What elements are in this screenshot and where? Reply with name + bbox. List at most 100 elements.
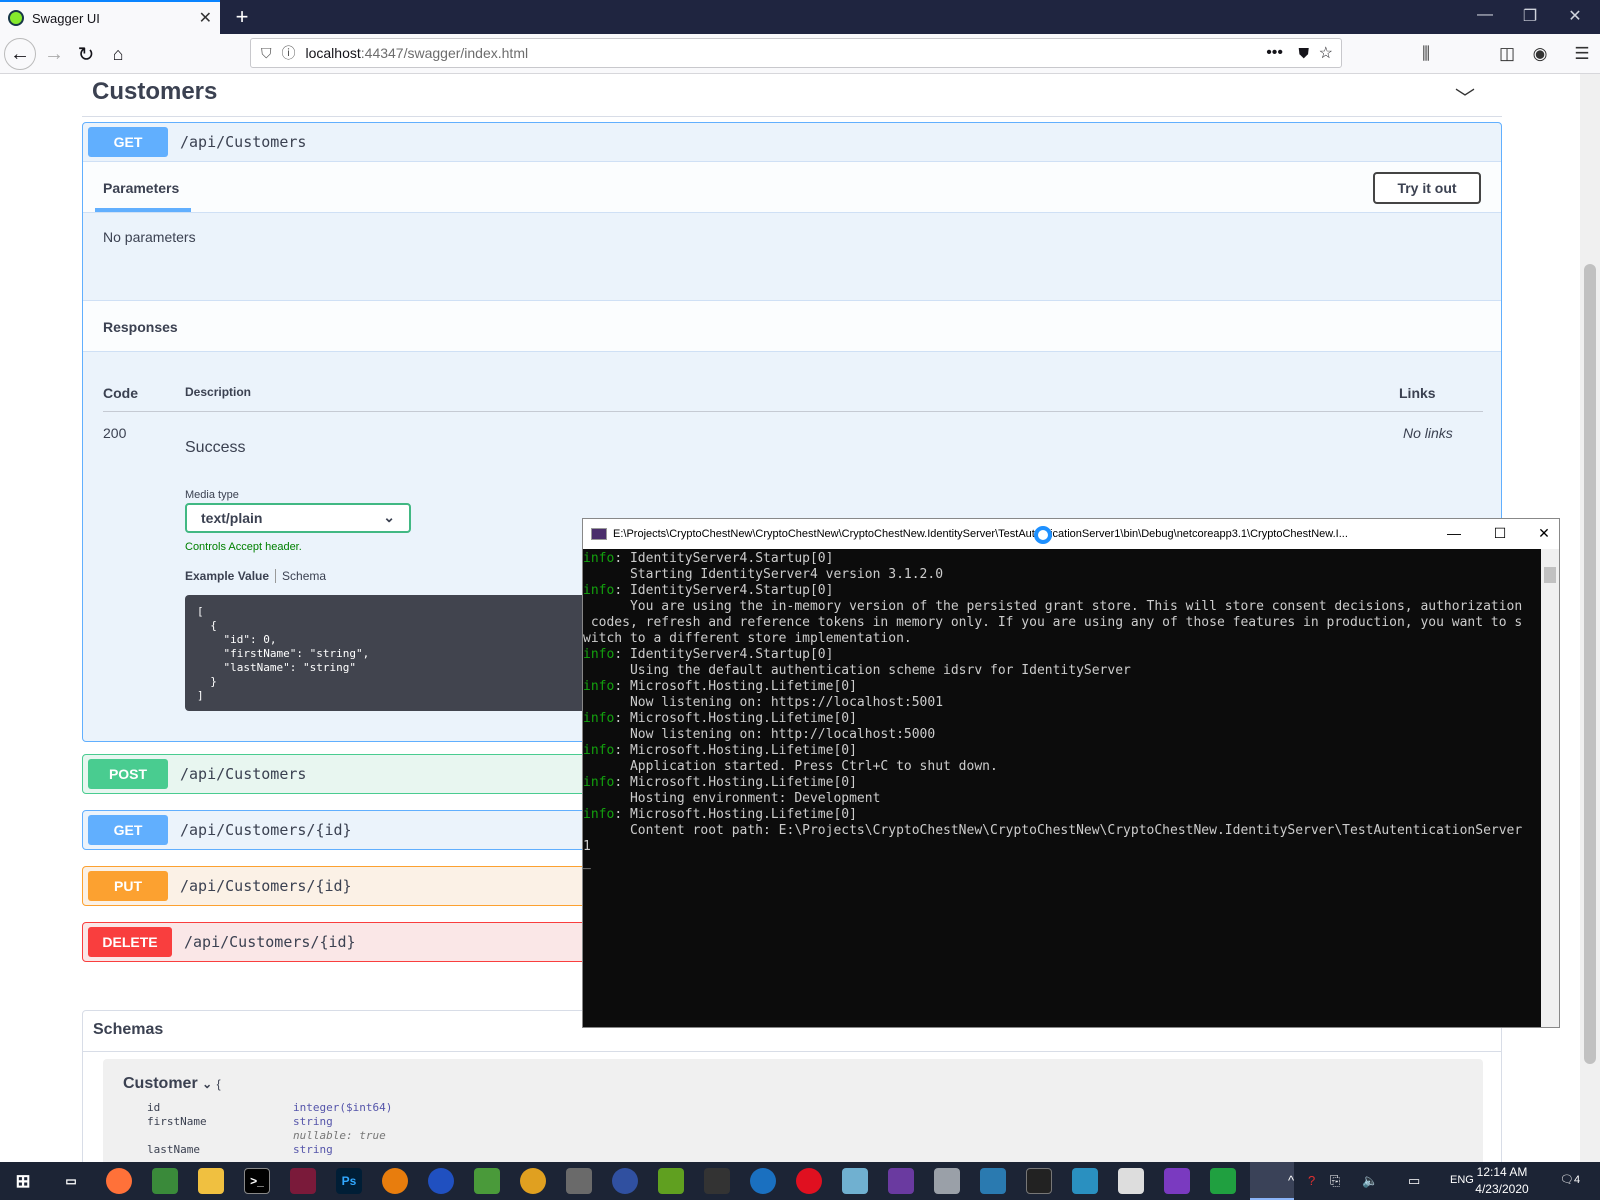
scrollbar-thumb[interactable] [1544, 567, 1556, 583]
chevron-down-icon[interactable]: ﹀ [1455, 82, 1475, 111]
prop-name: firstName [147, 1115, 207, 1128]
account-icon[interactable]: ◉ [1528, 44, 1552, 64]
app-icon[interactable] [658, 1168, 684, 1194]
close-icon[interactable]: ✕ [1529, 525, 1559, 542]
console-line: Now listening on: http://localhost:5000 [583, 727, 1541, 743]
app-icon[interactable] [980, 1168, 1006, 1194]
console-scrollbar[interactable] [1541, 549, 1559, 1027]
minimize-icon[interactable]: — [1439, 525, 1469, 541]
prop-type: string [293, 1143, 333, 1156]
scrollbar-thumb[interactable] [1584, 264, 1596, 1064]
col-code: Code [103, 385, 138, 401]
battery-icon[interactable]: ▭ [1408, 1173, 1420, 1189]
app-icon[interactable] [612, 1168, 638, 1194]
schemas-title[interactable]: Schemas [93, 1021, 163, 1039]
network-icon[interactable]: ⎘ [1330, 1173, 1340, 1189]
tab-schema[interactable]: Schema [282, 569, 326, 583]
restore-icon[interactable]: ❐ [1515, 6, 1545, 26]
firefox-icon[interactable] [106, 1168, 132, 1194]
new-tab-icon[interactable]: + [230, 4, 254, 30]
page-actions-icon[interactable]: ••• [1266, 44, 1283, 62]
maximize-icon[interactable]: ☐ [1485, 525, 1515, 542]
back-icon[interactable]: ← [4, 38, 36, 70]
volume-icon[interactable]: 🔈 [1362, 1173, 1378, 1189]
url-host: localhost [305, 45, 361, 61]
task-view-icon[interactable]: ▭ [58, 1168, 84, 1194]
tray-app-icon[interactable]: ? [1308, 1173, 1315, 1188]
tools-icon[interactable] [566, 1168, 592, 1194]
bookmark-star-icon[interactable]: ☆ [1319, 43, 1333, 63]
blender-icon[interactable] [382, 1168, 408, 1194]
address-bar[interactable]: ⛉ ⓘ localhost:44347/swagger/index.html •… [250, 38, 1342, 68]
log-text: witch to a different store implementatio… [583, 631, 912, 646]
visual-studio-icon[interactable] [1164, 1168, 1190, 1194]
opblock-summary[interactable]: GET /api/Customers [83, 123, 1501, 161]
menu-icon[interactable]: ☰ [1570, 44, 1594, 64]
clock[interactable]: 12:14 AM 4/23/2020 [1472, 1164, 1532, 1198]
log-text: 1 [583, 839, 591, 854]
app-icon[interactable] [520, 1168, 546, 1194]
busy-cursor-icon [1034, 526, 1052, 544]
browser-tab[interactable]: Swagger UI ✕ [0, 0, 220, 34]
visual-studio-icon[interactable] [888, 1168, 914, 1194]
language-indicator[interactable]: ENG [1450, 1174, 1474, 1186]
log-text: Content root path: E:\Projects\CryptoChe… [583, 823, 1523, 838]
tab-parameters[interactable]: Parameters [103, 180, 179, 196]
console-line: info: IdentityServer4.Startup[0] [583, 551, 1541, 567]
log-level: info [583, 679, 615, 694]
minimize-icon[interactable]: — [1470, 6, 1500, 24]
info-icon[interactable]: ⓘ [282, 43, 296, 63]
chevron-down-icon[interactable]: ⌄ [202, 1077, 212, 1091]
app-icon[interactable] [152, 1168, 178, 1194]
photoshop-icon[interactable]: Ps [336, 1168, 362, 1194]
app-icon[interactable] [474, 1168, 500, 1194]
log-text: Starting IdentityServer4 version 3.1.2.0 [583, 567, 944, 582]
app-icon[interactable] [750, 1168, 776, 1194]
file-explorer-icon[interactable] [198, 1168, 224, 1194]
forward-icon[interactable]: → [38, 38, 70, 70]
app-icon[interactable] [428, 1168, 454, 1194]
app-icon[interactable] [1072, 1168, 1098, 1194]
log-text: You are using the in-memory version of t… [583, 599, 1523, 614]
console-line: 1 [583, 839, 1541, 855]
tab-example-value[interactable]: Example Value [185, 569, 269, 583]
log-text: Hosting environment: Development [583, 791, 881, 806]
app-icon[interactable] [1026, 1168, 1052, 1194]
app-icon[interactable] [1210, 1168, 1236, 1194]
app-icon[interactable] [290, 1168, 316, 1194]
try-it-out-button[interactable]: Try it out [1373, 172, 1481, 204]
library-icon[interactable]: ⫼ [1414, 44, 1438, 64]
notification-count: 4 [1573, 1174, 1581, 1186]
close-tab-icon[interactable]: ✕ [199, 8, 212, 28]
opera-icon[interactable] [796, 1168, 822, 1194]
terminal-icon[interactable]: >_ [244, 1168, 270, 1194]
home-icon[interactable]: ⌂ [102, 38, 134, 70]
app-icon[interactable] [1118, 1168, 1144, 1194]
reload-icon[interactable]: ↻ [70, 38, 102, 70]
taskbar: ⊞ ▭ >_ Ps ^ ? ⎘ 🔈 ▭ ENG 12:14 AM 4/23/20… [0, 1162, 1600, 1200]
app-icon[interactable] [842, 1168, 868, 1194]
method-badge: POST [88, 759, 168, 789]
close-window-icon[interactable]: ✕ [1560, 6, 1590, 26]
console-title-bar[interactable]: E:\Projects\CryptoChestNew\CryptoChestNe… [583, 519, 1559, 549]
prop-type: string [293, 1115, 333, 1128]
log-level: info [583, 807, 615, 822]
windows-start-icon[interactable]: ⊞ [10, 1168, 36, 1194]
log-text: : IdentityServer4.Startup[0] [614, 583, 834, 598]
console-output[interactable]: info: IdentityServer4.Startup[0] Startin… [583, 549, 1541, 1027]
method-badge: GET [88, 815, 168, 845]
sidebar-icon[interactable]: ◫ [1495, 44, 1519, 64]
shield-icon[interactable]: ⛉ [261, 45, 272, 62]
tray-chevron-icon[interactable]: ^ [1288, 1173, 1294, 1188]
app-icon[interactable] [934, 1168, 960, 1194]
media-type-select[interactable]: text/plain ⌄ [185, 503, 411, 533]
endpoint-path: /api/Customers/{id} [184, 933, 356, 951]
console-title: E:\Projects\CryptoChestNew\CryptoChestNe… [613, 528, 1348, 540]
app-icon[interactable] [704, 1168, 730, 1194]
pocket-icon[interactable]: ⛊ [1299, 45, 1310, 62]
page-scrollbar[interactable] [1580, 74, 1600, 1162]
notifications-icon[interactable]: 🗨4 [1560, 1173, 1580, 1186]
tag-title[interactable]: Customers [92, 78, 217, 106]
media-type-label: Media type [185, 489, 239, 501]
model-name[interactable]: Customer ⌄ { [123, 1075, 221, 1093]
